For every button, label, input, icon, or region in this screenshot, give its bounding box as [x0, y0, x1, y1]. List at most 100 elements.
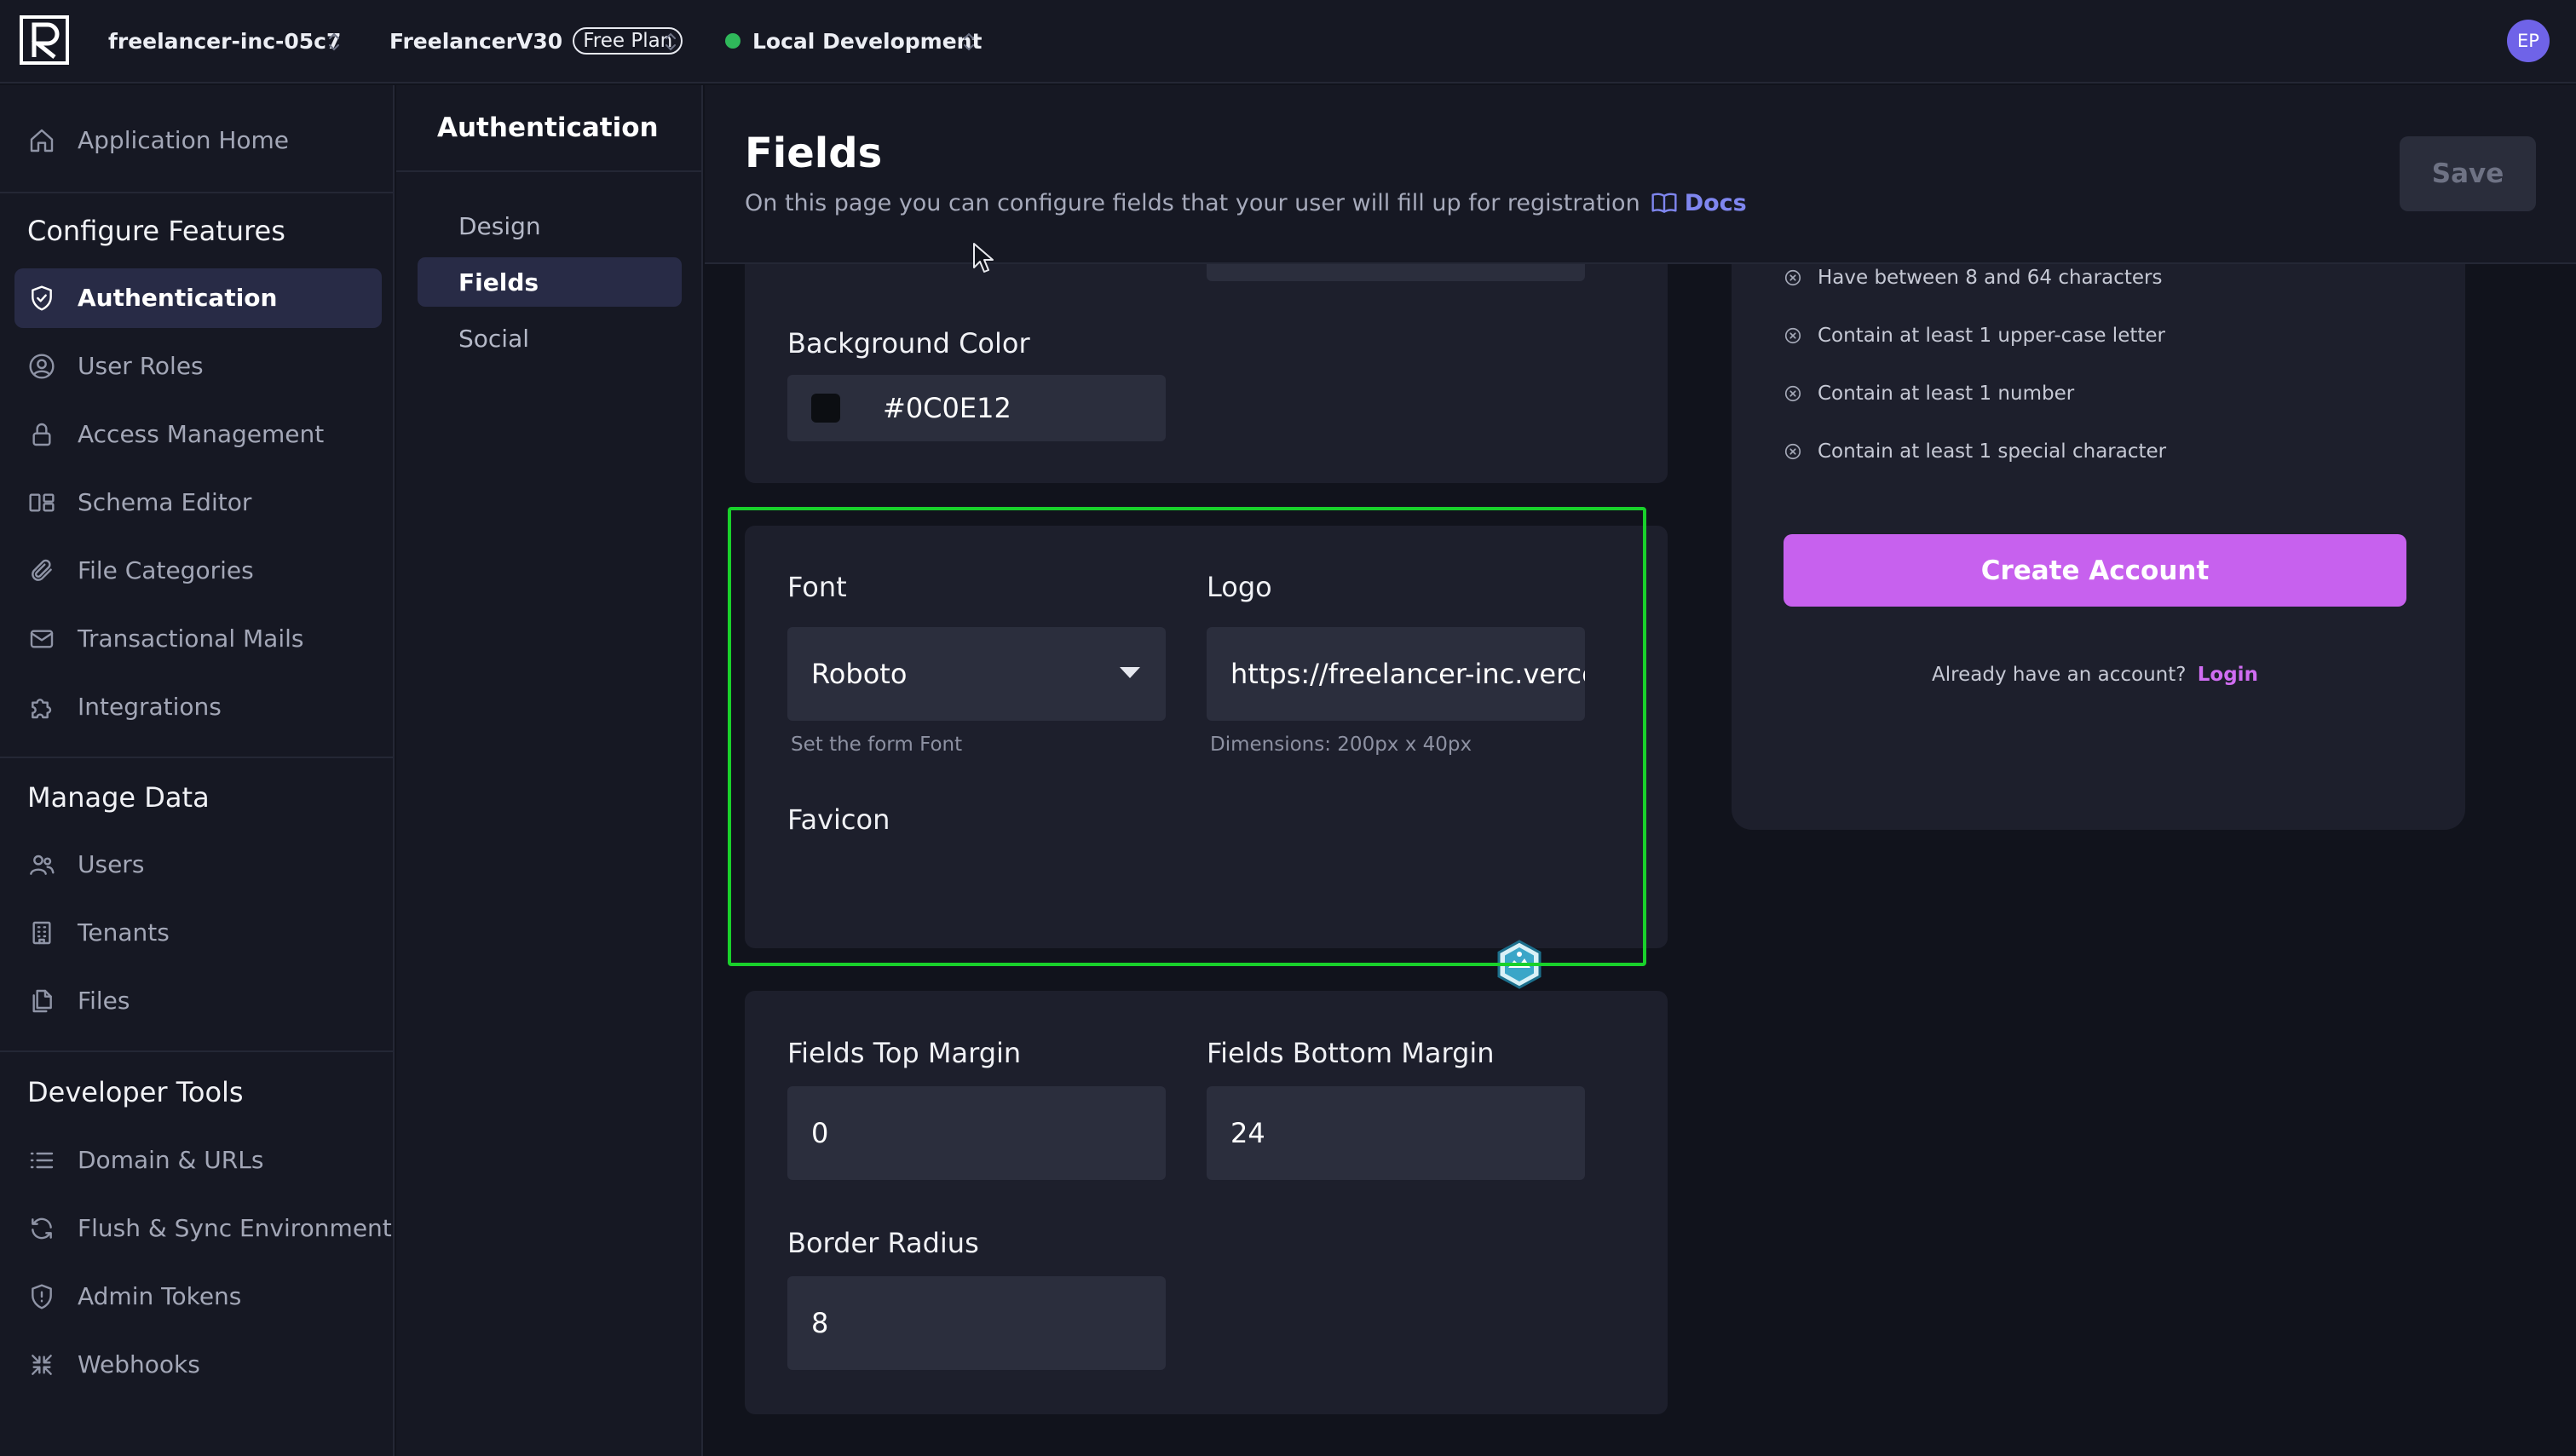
top-margin-input[interactable]: 0 — [787, 1086, 1166, 1180]
login-prompt-text: Already have an account? — [1932, 664, 2187, 686]
sidebar-item-user-roles[interactable]: User Roles — [14, 337, 382, 396]
sidebar-item-schema-editor[interactable]: Schema Editor — [14, 473, 382, 532]
environment-switcher[interactable]: Local Development — [725, 24, 982, 58]
sidebar-divider — [0, 192, 395, 193]
sidebar-item-label: Flush & Sync Environment — [78, 1214, 392, 1242]
top-bar: freelancer-inc-05c7 FreelancerV30 Free P… — [0, 0, 2576, 83]
org-name: freelancer-inc-05c7 — [108, 28, 342, 54]
border-radius-label: Border Radius — [787, 1227, 979, 1259]
logo-hint: Dimensions: 200px x 40px — [1210, 734, 1472, 756]
sidebar-item-label: Domain & URLs — [78, 1146, 264, 1174]
subnav: Authentication Design Fields Social — [396, 85, 703, 1456]
background-color-input[interactable]: #0C0E12 — [787, 375, 1166, 441]
app-logo-icon[interactable] — [19, 14, 70, 66]
favicon-label: Favicon — [787, 803, 890, 836]
docs-link[interactable]: Docs — [1651, 189, 1747, 216]
section-title-configure: Configure Features — [27, 215, 285, 247]
sidebar-item-transactional-mails[interactable]: Transactional Mails — [14, 609, 382, 669]
sidebar-item-label: Schema Editor — [78, 488, 252, 516]
font-hint: Set the form Font — [791, 734, 963, 756]
page-description: On this page you can configure fields th… — [745, 189, 1747, 216]
files-icon — [32, 989, 52, 1013]
subnav-title: Authentication — [437, 112, 659, 143]
save-button[interactable]: Save — [2400, 136, 2536, 211]
sidebar-item-access-management[interactable]: Access Management — [14, 405, 382, 464]
section-title-developer-tools: Developer Tools — [27, 1076, 244, 1108]
shield-check-icon — [32, 285, 52, 311]
sidebar-item-webhooks[interactable]: Webhooks — [14, 1335, 382, 1395]
requirement-text: Contain at least 1 upper-case letter — [1818, 325, 2165, 347]
sidebar-item-users[interactable]: Users — [14, 835, 382, 895]
favicon-image-icon[interactable] — [1496, 940, 1542, 989]
logo-label: Logo — [1207, 571, 1272, 603]
environment-status-dot — [725, 33, 741, 49]
font-select[interactable]: Roboto — [787, 627, 1166, 721]
bottom-margin-label: Fields Bottom Margin — [1207, 1037, 1495, 1069]
x-circle-icon — [1784, 443, 1801, 460]
subnav-item-design[interactable]: Design — [418, 201, 682, 250]
x-circle-icon — [1784, 327, 1801, 344]
mail-icon — [30, 630, 54, 648]
page-title: Fields — [745, 129, 883, 177]
login-link[interactable]: Login — [2198, 664, 2258, 686]
sidebar-item-label: File Categories — [78, 556, 254, 584]
border-radius-value: 8 — [811, 1307, 829, 1339]
logo-url-input[interactable]: https://freelancer-inc.verce — [1207, 627, 1585, 721]
docs-link-label: Docs — [1684, 189, 1747, 216]
page-header: Fields On this page you can configure fi… — [705, 85, 2576, 264]
color-swatch[interactable] — [811, 394, 840, 423]
bottom-margin-input[interactable]: 24 — [1207, 1086, 1585, 1180]
subnav-item-social[interactable]: Social — [418, 314, 682, 363]
webhook-icon — [32, 1355, 52, 1375]
sidebar-item-integrations[interactable]: Integrations — [14, 677, 382, 737]
border-radius-input[interactable]: 8 — [787, 1276, 1166, 1370]
sidebar-item-file-categories[interactable]: File Categories — [14, 541, 382, 601]
sidebar-item-label: Application Home — [78, 126, 290, 154]
subnav-divider — [396, 170, 703, 172]
subnav-item-fields[interactable]: Fields — [418, 257, 682, 307]
sidebar-item-label: Files — [78, 987, 130, 1015]
create-account-button[interactable]: Create Account — [1784, 534, 2406, 607]
font-label: Font — [787, 571, 847, 603]
environment-chevron-updown-icon[interactable] — [960, 27, 978, 56]
sidebar-divider — [0, 757, 395, 758]
sidebar-item-admin-tokens[interactable]: Admin Tokens — [14, 1267, 382, 1327]
login-prompt: Already have an account? Login — [1784, 664, 2406, 686]
project-chevron-updown-icon[interactable] — [661, 27, 680, 56]
sidebar-item-label: Transactional Mails — [78, 624, 304, 653]
sidebar-item-domain-urls[interactable]: Domain & URLs — [14, 1131, 382, 1190]
requirement-text: Contain at least 1 special character — [1818, 440, 2167, 463]
caret-down-icon — [1120, 667, 1140, 678]
background-color-label: Background Color — [787, 327, 1030, 360]
top-margin-label: Fields Top Margin — [787, 1037, 1022, 1069]
user-avatar[interactable]: EP — [2507, 20, 2550, 62]
sidebar-item-label: Users — [78, 850, 145, 878]
mouse-cursor-icon — [973, 243, 994, 273]
sidebar-item-label: Integrations — [78, 693, 222, 721]
sidebar-item-application-home[interactable]: Application Home — [14, 111, 382, 170]
x-circle-icon — [1784, 385, 1801, 402]
sidebar-item-files[interactable]: Files — [14, 971, 382, 1031]
book-icon — [1651, 193, 1677, 213]
password-requirement: Contain at least 1 upper-case letter — [1784, 325, 2165, 347]
requirement-text: Have between 8 and 64 characters — [1818, 267, 2163, 289]
org-switcher[interactable]: freelancer-inc-05c7 — [108, 24, 341, 58]
sidebar-item-label: Tenants — [78, 918, 170, 947]
sidebar-item-label: Webhooks — [78, 1350, 200, 1378]
project-switcher[interactable]: FreelancerV30 Free Plan — [389, 24, 683, 58]
sidebar-item-flush-sync[interactable]: Flush & Sync Environment — [14, 1199, 392, 1258]
home-icon — [30, 129, 54, 153]
sidebar-item-tenants[interactable]: Tenants — [14, 903, 382, 963]
top-margin-value: 0 — [811, 1117, 829, 1149]
bottom-margin-value: 24 — [1230, 1117, 1265, 1149]
sidebar-item-label: Authentication — [78, 284, 278, 312]
org-chevron-updown-icon[interactable] — [325, 27, 343, 56]
x-circle-icon — [1784, 269, 1801, 286]
password-requirement: Contain at least 1 special character — [1784, 440, 2166, 463]
password-requirement: Have between 8 and 64 characters — [1784, 267, 2162, 289]
user-circle-icon — [29, 354, 55, 379]
sidebar-item-authentication[interactable]: Authentication — [14, 268, 382, 328]
sidebar-item-label: Access Management — [78, 420, 325, 448]
building-icon — [32, 921, 51, 945]
sidebar-divider — [0, 1050, 395, 1052]
